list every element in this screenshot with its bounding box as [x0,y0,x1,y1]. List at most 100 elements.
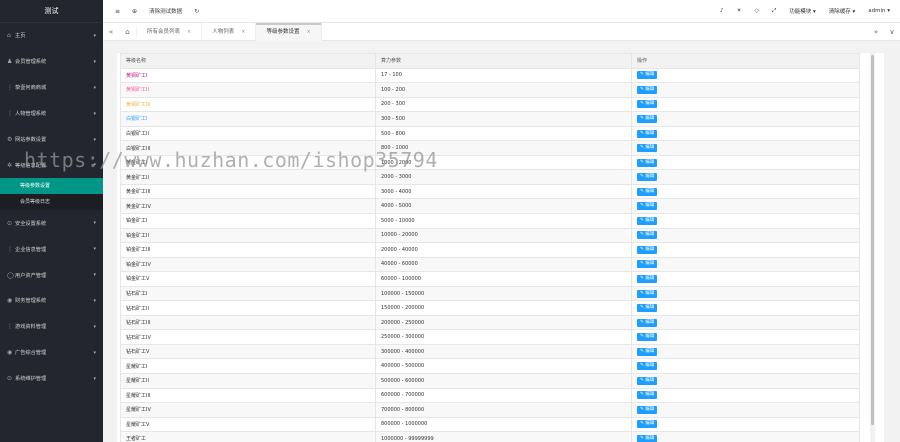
table-row: 钻石矿工V 300000 - 400000 ✎ 编辑 [120,343,860,360]
edit-button[interactable]: ✎ 编辑 [637,405,658,414]
main-content: 等级名称 算力参数 操作 黄铜矿工I 17 - 100 ✎ 编辑 黄铜矿工II 100 … [103,41,900,442]
refresh-icon[interactable]: ↻ [194,8,199,15]
actions-cell: ✎ 编辑 [631,373,860,389]
edit-button[interactable]: ✎ 编辑 [637,318,658,327]
clear-cache-menu[interactable]: 清除缓存 ▾ [829,7,856,15]
close-icon[interactable]: × [306,29,310,35]
user-menu[interactable]: admin ▾ [868,8,890,14]
edit-button[interactable]: ✎ 编辑 [637,231,658,240]
edit-button[interactable]: ✎ 编辑 [637,114,658,123]
table-row: 铂金矿工IV 40000 - 60000 ✎ 编辑 [120,256,860,273]
scrollbar-thumb[interactable] [871,55,874,425]
sidebar-item[interactable]: ⋮ 企业信息管理 ▾ [0,236,103,262]
actions-cell: ✎ 编辑 [631,256,860,273]
theme-icon[interactable]: ☀ [737,8,742,14]
level-name-cell: 钻石矿工III [120,314,376,331]
sidebar-item[interactable]: ⚙ 网站参数设置 ▾ [0,127,103,153]
tag-icon[interactable]: ◇ [755,8,759,14]
level-name-cell: 铂金矿工IV [120,256,376,273]
tab[interactable]: 所有会员列表 × [137,22,203,41]
level-name-cell: 星耀矿工IV [120,402,376,418]
brand-logo: 测试 [0,0,103,23]
edit-button[interactable]: ✎ 编辑 [637,158,658,167]
edit-button[interactable]: ✎ 编辑 [637,245,658,254]
sidebar-item[interactable]: ✲ 等级信息配置 ▾ [0,152,103,178]
edit-button[interactable]: ✎ 编辑 [637,362,658,371]
edit-button[interactable]: ✎ 编辑 [637,376,658,385]
edit-button[interactable]: ✎ 编辑 [637,202,658,211]
hashrate-cell: 3000 - 4000 [375,183,632,200]
edit-button[interactable]: ✎ 编辑 [637,347,658,356]
level-name-cell: 铂金矿工III [120,242,376,258]
tabs-next-icon[interactable]: » [868,28,884,36]
tabs-prev-icon[interactable]: « [103,28,119,36]
ad-icon: ◉ [7,349,13,357]
edit-button[interactable]: ✎ 编辑 [637,260,658,269]
actions-cell: ✎ 编辑 [631,154,860,171]
level-table: 等级名称 算力参数 操作 黄铜矿工I 17 - 100 ✎ 编辑 黄铜矿工II 100 … [120,53,860,442]
sidebar-item[interactable]: ◯ 用户资产管理 ▾ [0,262,103,288]
level-name-cell: 铂金矿工I [120,213,376,229]
bell-icon[interactable]: ♪ [720,8,724,14]
actions-cell: ✎ 编辑 [631,111,860,127]
hashrate-cell: 4000 - 5000 [375,198,632,215]
close-icon[interactable]: × [187,29,191,35]
edit-button[interactable]: ✎ 编辑 [637,434,658,442]
edit-button[interactable]: ✎ 编辑 [637,85,658,94]
edit-button[interactable]: ✎ 编辑 [637,333,658,342]
fullscreen-icon[interactable]: ⤢ [772,8,776,15]
close-icon[interactable]: × [241,29,245,35]
level-name-cell: 黄金矿工IV [120,198,376,215]
level-name-cell: 星耀矿工V [120,416,376,433]
level-name-cell: 钻石矿工I [120,285,376,302]
sidebar-item[interactable]: ⊙ 系统维护管理 ▾ [0,366,103,392]
edit-button[interactable]: ✎ 编辑 [637,274,658,283]
table-row: 白银矿工III 800 - 1000 ✎ 编辑 [120,140,860,156]
hashrate-cell: 200 - 300 [375,96,632,113]
chevron-down-icon: ▾ [93,84,96,91]
tab[interactable]: 等级参数设置 × [256,22,322,41]
edit-button[interactable]: ✎ 编辑 [637,289,658,298]
sidebar-item[interactable]: ⋮ 游戏资料管理 ▾ [0,314,103,340]
sidebar-subitem[interactable]: 会员等级日志 [0,194,103,211]
sidebar-item[interactable]: ⋮ 挚壹何商商城 ▾ [0,75,103,101]
edit-button[interactable]: ✎ 编辑 [637,187,658,196]
home-tab-icon[interactable]: ⌂ [119,27,137,36]
sidebar-item[interactable]: ◉ 广告综合管理 ▾ [0,340,103,366]
table-row: 黄铜矿工I 17 - 100 ✎ 编辑 [120,67,860,84]
vertical-scrollbar[interactable] [870,53,875,442]
edit-button[interactable]: ✎ 编辑 [637,71,658,80]
hashrate-cell: 600000 - 700000 [375,387,632,404]
sidebar-item[interactable]: ⌂ 主页 ▾ [0,23,103,49]
clear-test-data-button[interactable]: 清除测试数据 [149,7,182,15]
actions-cell: ✎ 编辑 [631,140,860,156]
edit-button[interactable]: ✎ 编辑 [637,129,658,138]
edit-button[interactable]: ✎ 编辑 [637,391,658,400]
edit-button[interactable]: ✎ 编辑 [637,173,658,182]
tab[interactable]: 人物列表 × [202,22,257,41]
system-icon: ⊙ [7,375,13,383]
tabs-more-icon[interactable]: ∨ [884,28,900,36]
header-actions: 操作 [631,53,860,69]
actions-cell: ✎ 编辑 [631,213,860,229]
edit-button[interactable]: ✎ 编辑 [637,100,658,109]
globe-icon[interactable]: ⊕ [132,8,137,15]
table-row: 铂金矿工V 60000 - 100000 ✎ 编辑 [120,271,860,287]
menu-toggle-icon[interactable]: ≡ [115,8,120,15]
level-name-cell: 黄铜矿工II [120,82,376,98]
edit-button[interactable]: ✎ 编辑 [637,304,658,313]
edit-button[interactable]: ✎ 编辑 [637,420,658,429]
sidebar-item[interactable]: ◉ 财务管理系统 ▾ [0,288,103,314]
edit-button[interactable]: ✎ 编辑 [637,216,658,225]
sidebar-subitem[interactable]: 等级参数设置 [0,178,103,195]
table-row: 白银矿工II 500 - 800 ✎ 编辑 [120,125,860,142]
chevron-down-icon: ▾ [93,272,96,279]
sidebar-item[interactable]: ♟ 会员管理系统 ▾ [0,49,103,75]
sidebar-item[interactable]: ⋮ 人物管理系统 ▾ [0,101,103,127]
edit-button[interactable]: ✎ 编辑 [637,144,658,153]
level-name-cell: 黄铜矿工I [120,67,376,84]
function-menu[interactable]: 功能模块 ▾ [789,7,816,15]
level-name-cell: 铂金矿工II [120,227,376,244]
table-row: 铂金矿工II 10000 - 20000 ✎ 编辑 [120,227,860,244]
sidebar-item[interactable]: ⊙ 安全设置系统 ▾ [0,210,103,236]
